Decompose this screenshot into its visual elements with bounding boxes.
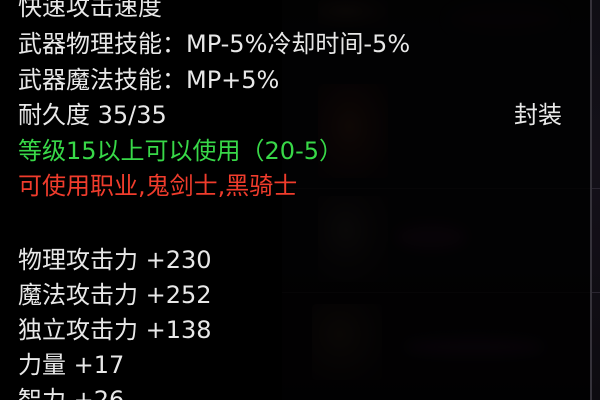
game-screen: 快速攻击速度 武器物理技能：MP-5%冷却时间-5% 武器魔法技能：MP+5% … xyxy=(0,0,600,400)
magic-skill-line: 武器魔法技能：MP+5% xyxy=(18,66,280,94)
strength-line: 力量 +17 xyxy=(18,351,125,379)
independent-attack-line: 独立攻击力 +138 xyxy=(18,316,212,344)
item-tooltip: 快速攻击速度 武器物理技能：MP-5%冷却时间-5% 武器魔法技能：MP+5% … xyxy=(0,0,592,400)
physical-skill-line: 武器物理技能：MP-5%冷却时间-5% xyxy=(18,30,411,58)
sealed-label: 封装 xyxy=(514,101,562,129)
intelligence-line: 智力 +26 xyxy=(18,386,125,400)
attack-speed-line: 快速攻击速度 xyxy=(18,0,162,21)
physical-attack-line: 物理攻击力 +230 xyxy=(18,246,212,274)
class-requirement-line: 可使用职业,鬼剑士,黑骑士 xyxy=(18,172,298,200)
magic-attack-line: 魔法攻击力 +252 xyxy=(18,281,212,309)
level-requirement-line: 等级15以上可以使用（20-5） xyxy=(18,137,344,165)
durability-line: 耐久度 35/35 xyxy=(18,101,167,129)
